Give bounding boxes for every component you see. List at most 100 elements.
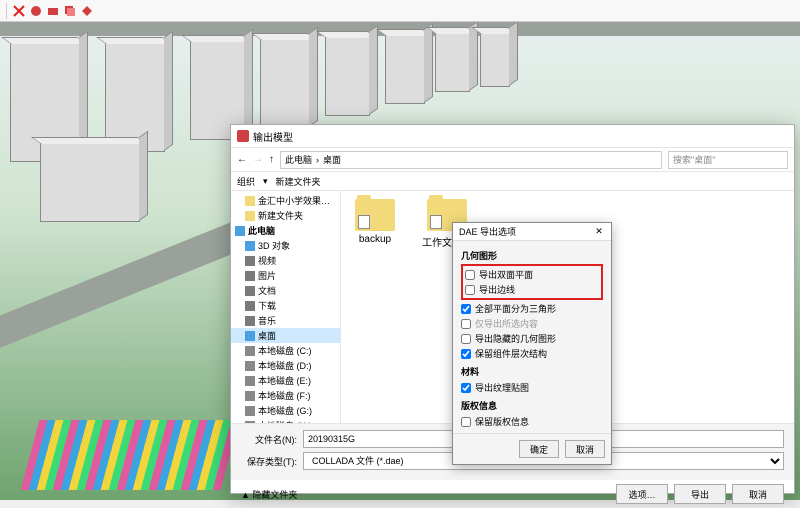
tree-item[interactable]: 本地磁盘 (F:) [231, 388, 340, 403]
search-input[interactable]: 搜索"桌面" [668, 151, 788, 169]
file-label: backup [359, 234, 391, 245]
organize-menu[interactable]: 组织 [237, 175, 255, 188]
tree-item[interactable]: 文档 [231, 283, 340, 298]
ok-button[interactable]: 确定 [519, 440, 559, 458]
nav-fwd-icon[interactable]: → [253, 154, 263, 165]
folder-icon [245, 211, 255, 221]
option-label: 导出双面平面 [479, 268, 533, 281]
folder-icon [245, 361, 255, 371]
tree-item[interactable]: 下载 [231, 298, 340, 313]
option-checkbox[interactable] [461, 417, 471, 427]
toolbar-separator [6, 3, 7, 19]
tree-item[interactable]: 本地磁盘 (H:) [231, 418, 340, 423]
tree-item-label: 文档 [258, 284, 276, 297]
building [480, 32, 510, 87]
tree-item[interactable]: 本地磁盘 (C:) [231, 343, 340, 358]
folder-icon [245, 331, 255, 341]
filetype-label: 保存类型(T): [241, 455, 297, 468]
file-item[interactable]: backup [349, 199, 401, 245]
folder-tree[interactable]: 金汇中小学效果… 新建文件夹此电脑 3D 对象视频图片文档下载音乐桌面本地磁盘 (C… [231, 191, 341, 423]
building [260, 38, 310, 128]
option-checkbox[interactable] [465, 285, 475, 295]
folder-icon [245, 316, 255, 326]
folder-icon [355, 199, 395, 231]
building [105, 42, 165, 152]
tree-item-label: 音乐 [258, 314, 276, 327]
tree-item-label: 桌面 [258, 329, 276, 342]
option-label: 全部平面分为三角形 [475, 302, 556, 315]
hide-folders-toggle[interactable]: ▲ 隐藏文件夹 [241, 488, 297, 501]
tree-item-label: 下载 [258, 299, 276, 312]
scissors-icon[interactable] [12, 4, 26, 18]
option-item[interactable]: 导出边线 [465, 282, 599, 297]
tree-item[interactable]: 3D 对象 [231, 238, 340, 253]
tree-item-label: 此电脑 [248, 224, 275, 237]
newfolder-button[interactable]: 新建文件夹 [276, 175, 321, 188]
dialog-nav: ← → ↑ 此电脑 › 桌面 搜索"桌面" [231, 147, 794, 171]
nav-up-icon[interactable]: ↑ [269, 154, 274, 165]
layers-icon[interactable] [63, 4, 77, 18]
folder-icon [245, 286, 255, 296]
option-checkbox[interactable] [465, 270, 475, 280]
options-title: DAE 导出选项 [459, 225, 516, 238]
options-cancel-button[interactable]: 取消 [565, 440, 605, 458]
paint-icon[interactable] [29, 4, 43, 18]
tree-item[interactable]: 视频 [231, 253, 340, 268]
breadcrumb-part[interactable]: 此电脑 [285, 153, 312, 166]
geometry-heading: 几何图形 [461, 249, 603, 262]
option-checkbox[interactable] [461, 383, 471, 393]
folder-icon [245, 241, 255, 251]
folder-icon [245, 406, 255, 416]
highlight-annotation: 导出双面平面导出边线 [461, 264, 603, 300]
option-item[interactable]: 导出纹理贴图 [461, 380, 603, 395]
dialog-titlebar: 输出模型 [231, 125, 794, 147]
option-label: 保留版权信息 [475, 415, 529, 428]
camera-icon[interactable] [46, 4, 60, 18]
folder-icon [245, 421, 255, 424]
tree-item[interactable]: 桌面 [231, 328, 340, 343]
dae-options-dialog: DAE 导出选项 ✕ 几何图形 导出双面平面导出边线全部平面分为三角形仅导出所选… [452, 222, 612, 465]
material-heading: 材料 [461, 365, 603, 378]
option-checkbox[interactable] [461, 334, 471, 344]
breadcrumb-part[interactable]: 桌面 [323, 153, 341, 166]
close-icon[interactable]: ✕ [593, 226, 605, 238]
dialog-footer: ▲ 隐藏文件夹 选项… 导出 取消 [231, 480, 794, 508]
option-label: 导出纹理贴图 [475, 381, 529, 394]
cancel-button[interactable]: 取消 [732, 484, 784, 504]
folder-icon [245, 376, 255, 386]
tree-item[interactable]: 此电脑 [231, 223, 340, 238]
tree-item[interactable]: 本地磁盘 (E:) [231, 373, 340, 388]
export-button[interactable]: 导出 [674, 484, 726, 504]
tree-item-label: 本地磁盘 (G:) [258, 404, 312, 417]
option-checkbox[interactable] [461, 349, 471, 359]
tree-item-label: 金汇中小学效果… [258, 194, 330, 207]
tree-item[interactable]: 金汇中小学效果… [231, 193, 340, 208]
tree-item-label: 本地磁盘 (D:) [258, 359, 312, 372]
tree-item[interactable]: 本地磁盘 (D:) [231, 358, 340, 373]
tree-item[interactable]: 本地磁盘 (G:) [231, 403, 340, 418]
nav-back-icon[interactable]: ← [237, 154, 247, 165]
folder-icon [245, 391, 255, 401]
option-item[interactable]: 全部平面分为三角形 [461, 301, 603, 316]
option-item[interactable]: 导出隐藏的几何图形 [461, 331, 603, 346]
building [325, 36, 370, 116]
folder-icon [245, 256, 255, 266]
option-item[interactable]: 导出双面平面 [465, 267, 599, 282]
option-item[interactable]: 保留组件层次结构 [461, 346, 603, 361]
option-item[interactable]: 保留版权信息 [461, 414, 603, 429]
breadcrumb[interactable]: 此电脑 › 桌面 [280, 151, 662, 169]
tree-item[interactable]: 新建文件夹 [231, 208, 340, 223]
tree-item[interactable]: 图片 [231, 268, 340, 283]
tree-item[interactable]: 音乐 [231, 313, 340, 328]
options-button[interactable]: 选项… [616, 484, 668, 504]
option-checkbox[interactable] [461, 304, 471, 314]
tree-item-label: 3D 对象 [258, 239, 290, 252]
building [435, 32, 470, 92]
folder-icon [245, 271, 255, 281]
tree-item-label: 本地磁盘 (H:) [258, 419, 312, 423]
option-label: 导出边线 [479, 283, 515, 296]
folder-icon [245, 196, 255, 206]
colorful-building [21, 420, 240, 490]
tree-item-label: 新建文件夹 [258, 209, 303, 222]
ruby-icon[interactable] [80, 4, 94, 18]
